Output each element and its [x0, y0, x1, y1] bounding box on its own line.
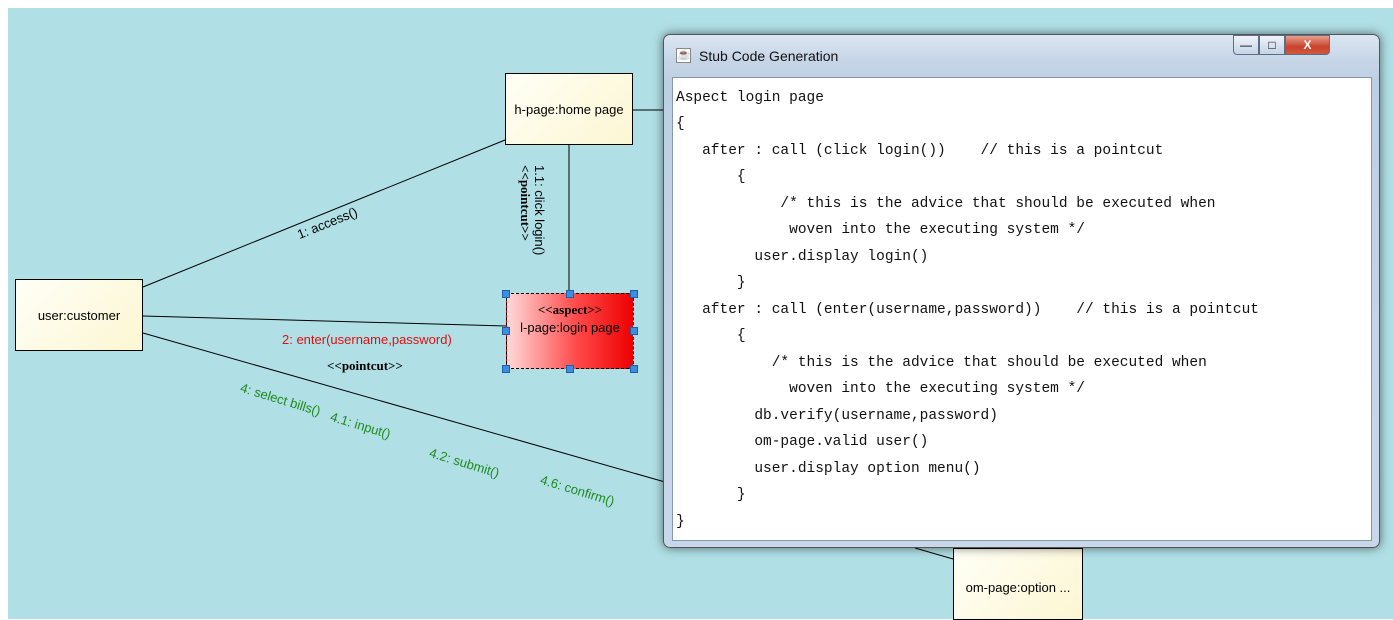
- generated-code-text-area[interactable]: Aspect login page { after : call (click …: [672, 77, 1372, 541]
- code-line: om-page.valid user(): [676, 434, 929, 450]
- code-line: Aspect login page: [676, 90, 824, 106]
- stub-code-generation-dialog[interactable]: ☕ Stub Code Generation — □ X Aspect logi…: [663, 34, 1380, 548]
- message-click-login-stereotype: <<pointcut>>: [518, 165, 533, 241]
- aspect-stereotype: <<aspect>>: [537, 302, 603, 317]
- close-button[interactable]: X: [1285, 35, 1330, 55]
- maximize-button[interactable]: □: [1259, 35, 1285, 55]
- code-line: after : call (enter(username,password)) …: [676, 302, 1259, 318]
- minimize-button[interactable]: —: [1233, 35, 1259, 55]
- minimize-icon: —: [1240, 38, 1252, 52]
- close-icon: X: [1303, 38, 1312, 52]
- code-line: {: [676, 169, 746, 185]
- resize-handle-se[interactable]: [630, 365, 638, 373]
- code-line: user.display option menu(): [676, 461, 981, 477]
- home-page-label: h-page:home page: [514, 101, 624, 117]
- option-menu-label: om-page:option ...: [965, 579, 1071, 595]
- customer-node[interactable]: user:customer: [15, 279, 143, 351]
- message-enter: 2: enter(username,password): [282, 332, 452, 347]
- code-line: /* this is the advice that should be exe…: [676, 196, 1216, 212]
- login-page-label: l-page:login page: [520, 320, 620, 335]
- java-cup-icon: ☕: [676, 48, 691, 63]
- dialog-titlebar[interactable]: ☕ Stub Code Generation — □ X: [664, 35, 1379, 75]
- resize-handle-e[interactable]: [630, 327, 638, 335]
- login-page-aspect-node[interactable]: <<aspect>> l-page:login page: [506, 293, 634, 369]
- message-enter-stereotype: <<pointcut>>: [327, 358, 403, 373]
- code-line: {: [676, 328, 746, 344]
- resize-handle-sw[interactable]: [502, 365, 510, 373]
- message-click-login: 1.1: click login(): [532, 165, 547, 256]
- code-line: user.display login(): [676, 249, 929, 265]
- resize-handle-w[interactable]: [502, 327, 510, 335]
- code-line: {: [676, 116, 685, 132]
- code-line: }: [676, 275, 746, 291]
- resize-handle-nw[interactable]: [502, 290, 510, 298]
- code-line: after : call (click login()) // this is …: [676, 143, 1164, 159]
- customer-label: user:customer: [37, 307, 121, 323]
- code-line: }: [676, 514, 685, 530]
- resize-handle-s[interactable]: [566, 365, 574, 373]
- edge-enter: [142, 315, 507, 327]
- code-line: woven into the executing system */: [676, 222, 1085, 238]
- code-line: /* this is the advice that should be exe…: [676, 355, 1207, 371]
- code-line: woven into the executing system */: [676, 381, 1085, 397]
- resize-handle-n[interactable]: [566, 290, 574, 298]
- code-line: db.verify(username,password): [676, 408, 998, 424]
- code-line: }: [676, 487, 746, 503]
- edge-access: [142, 139, 506, 288]
- home-page-node[interactable]: h-page:home page: [505, 73, 633, 145]
- maximize-icon: □: [1268, 38, 1276, 52]
- dialog-title: Stub Code Generation: [699, 48, 839, 64]
- resize-handle-ne[interactable]: [630, 290, 638, 298]
- option-menu-node[interactable]: om-page:option ...: [953, 548, 1083, 620]
